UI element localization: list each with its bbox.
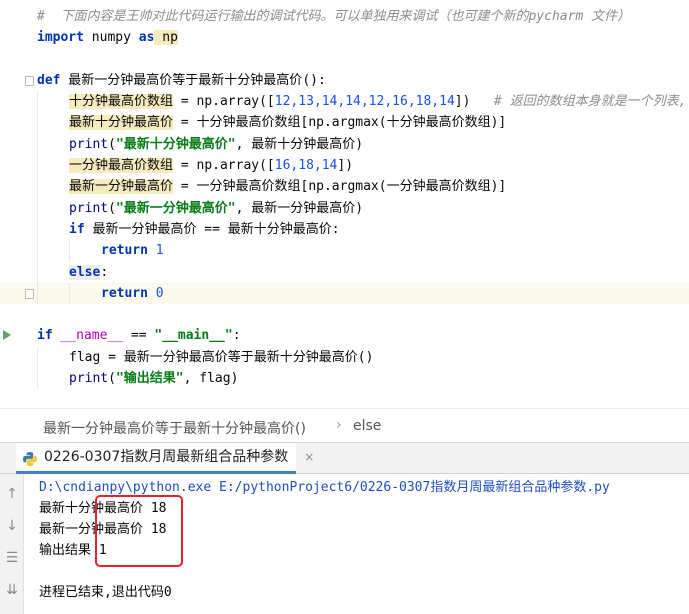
breadcrumb-item-else[interactable]: else — [353, 418, 381, 434]
code-line-flag: flag = 最新一分钟最高价等于最新十分钟最高价() — [0, 346, 689, 369]
keyword-if: if — [69, 221, 85, 237]
python-icon — [23, 452, 37, 466]
code-fragment: : — [100, 264, 109, 280]
function-name: 最新一分钟最高价等于最新十分钟最高价 — [60, 72, 303, 88]
run-toolbar: ↑ ↓ ☰ ⇊ — [0, 474, 24, 614]
code-fragment: = np.array([ — [173, 158, 275, 174]
inline-comment: # 返回的数组本身就是一个列表, — [493, 94, 687, 110]
builtin-print: print — [69, 136, 109, 152]
dunder-name: __name__ — [52, 328, 124, 344]
code-line-print-result: print("输出结果", flag) — [0, 368, 689, 390]
code-line-def: def 最新一分钟最高价等于最新十分钟最高价(): — [0, 70, 689, 91]
keyword-def: def — [37, 72, 61, 88]
var-1min-array: 一分钟最高价数组 — [69, 158, 174, 174]
close-icon[interactable]: × — [304, 443, 314, 472]
code-fragment: = 一分钟最高价数组[np.argmax(一分钟最高价数组)] — [173, 179, 507, 195]
code-line-else: else: — [0, 261, 689, 283]
builtin-print: print — [69, 371, 109, 387]
scroll-up-icon[interactable]: ↑ — [4, 486, 20, 502]
code-fragment: ( — [108, 200, 116, 216]
code-fragment: ]) — [454, 94, 471, 110]
run-arrow-icon[interactable] — [3, 330, 11, 341]
keyword-else: else — [69, 264, 101, 280]
string-literal: "输出结果" — [115, 371, 184, 387]
code-fragment: : — [232, 328, 241, 344]
scroll-to-end-icon[interactable]: ⇊ — [4, 582, 20, 598]
builtin-print: print — [69, 200, 109, 216]
breadcrumb-separator: › — [336, 417, 342, 433]
code-line-array-10min: 十分钟最高价数组 = np.array([12,13,14,14,12,16,1… — [0, 91, 689, 113]
fold-marker-icon[interactable] — [25, 288, 34, 299]
code-fragment: ( — [108, 371, 116, 387]
module-alias: np — [154, 30, 178, 46]
code-fragment: == — [123, 328, 155, 344]
code-fragment: ]) — [337, 158, 354, 174]
var-10min-array: 十分钟最高价数组 — [69, 94, 174, 110]
string-literal: "__main__" — [154, 328, 233, 344]
code-area[interactable]: # 下面内容是王帅对此代码运行输出的调试代码。可以单独用来调试（也可建个新的py… — [0, 6, 689, 390]
code-line-comment: # 下面内容是王帅对此代码运行输出的调试代码。可以单独用来调试（也可建个新的py… — [0, 6, 689, 27]
breadcrumb-item-function[interactable]: 最新一分钟最高价等于最新十分钟最高价() — [43, 418, 306, 438]
var-10min-max: 最新十分钟最高价 — [69, 115, 174, 131]
code-line-main: if __name__ == "__main__": — [0, 325, 689, 346]
code-line-return-1: return 1 — [0, 240, 689, 262]
function-params: (): — [302, 72, 326, 88]
code-line-max-1min: 最新一分钟最高价 = 一分钟最高价数组[np.argmax(一分钟最高价数组)] — [0, 176, 689, 198]
keyword-return: return — [101, 285, 148, 301]
code-line-print-1min: print("最新一分钟最高价", 最新一分钟最高价) — [0, 197, 689, 219]
return-value: 1 — [147, 243, 164, 259]
return-value: 0 — [147, 285, 164, 301]
top-comment: # 下面内容是王帅对此代码运行输出的调试代码。可以单独用来调试（也可建个新的py… — [37, 9, 631, 24]
code-line-max-10min: 最新十分钟最高价 = 十分钟最高价数组[np.argmax(十分钟最高价数组)] — [0, 112, 689, 134]
string-literal: "最新一分钟最高价" — [115, 200, 236, 216]
run-tool-window-tabs: 0226-0307指数月周最新组合品种参数 × — [0, 442, 689, 474]
tab-label: 0226-0307指数月周最新组合品种参数 — [44, 449, 289, 465]
code-fragment: , 最新一分钟最高价) — [235, 200, 364, 216]
keyword-return: return — [101, 243, 148, 259]
code-line-array-1min: 一分钟最高价数组 = np.array([16,18,14]) — [0, 155, 689, 177]
soft-wrap-icon[interactable]: ☰ — [4, 550, 20, 566]
highlight-annotation-box — [95, 495, 183, 567]
code-fragment: , 最新十分钟最高价) — [235, 136, 364, 152]
string-literal: "最新十分钟最高价" — [115, 136, 236, 152]
console-exit-message: 进程已结束,退出代码0 — [39, 585, 172, 600]
number-list: 12,13,14,14,12,16,18,14 — [274, 94, 455, 110]
flag-assignment: flag = 最新一分钟最高价等于最新十分钟最高价() — [69, 349, 374, 365]
code-line-print-10min: print("最新十分钟最高价", 最新十分钟最高价) — [0, 133, 689, 156]
code-fragment: = 十分钟最高价数组[np.argmax(十分钟最高价数组)] — [173, 115, 507, 131]
tab-run-config[interactable]: 0226-0307指数月周最新组合品种参数 × — [16, 443, 314, 474]
code-line-if: if 最新一分钟最高价 == 最新十分钟最高价: — [0, 218, 689, 241]
code-editor[interactable]: # 下面内容是王帅对此代码运行输出的调试代码。可以单独用来调试（也可建个新的py… — [0, 0, 689, 408]
code-fragment: ( — [108, 136, 116, 152]
keyword-if: if — [37, 328, 53, 344]
module-name: numpy — [83, 30, 139, 46]
breadcrumb: 最新一分钟最高价等于最新十分钟最高价() › else — [0, 408, 689, 442]
number-list: 16,18,14 — [274, 158, 338, 174]
code-fragment: 最新一分钟最高价 == 最新十分钟最高价: — [84, 221, 340, 237]
fold-marker-icon[interactable] — [25, 75, 34, 86]
code-fragment: = np.array([ — [173, 94, 275, 110]
keyword-as: as — [138, 30, 155, 46]
code-fragment: , flag) — [183, 371, 239, 387]
scroll-down-icon[interactable]: ↓ — [4, 518, 20, 534]
code-line-return-0: return 0 — [0, 282, 689, 305]
keyword-import: import — [37, 30, 84, 46]
code-line-import: import numpy as np — [0, 27, 689, 48]
var-1min-max: 最新一分钟最高价 — [69, 179, 174, 195]
